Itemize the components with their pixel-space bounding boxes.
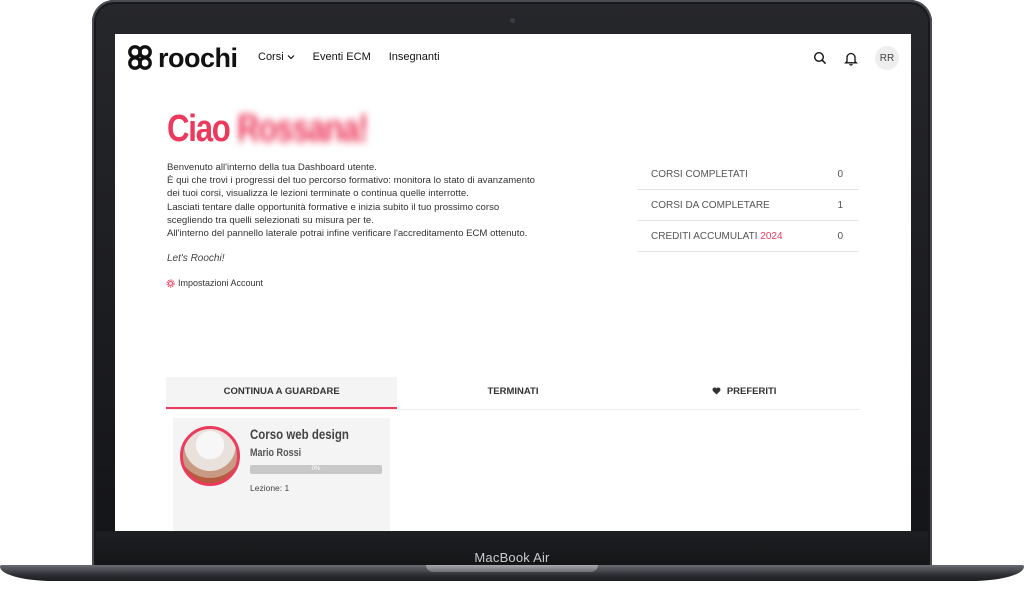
- slogan: Let's Roochi!: [167, 253, 225, 264]
- page-title: Ciao Rossana!: [167, 108, 369, 151]
- stat-value: 0: [837, 168, 843, 180]
- camera-dot: [510, 18, 515, 23]
- logo-text: roochi: [158, 42, 238, 73]
- stat-label-year: 2024: [760, 230, 783, 242]
- intro-text: Benvenuto all'interno della tua Dashboar…: [167, 161, 567, 240]
- stat-label: CREDITI ACCUMULATI 2024: [651, 231, 783, 242]
- logo[interactable]: roochi: [125, 43, 238, 73]
- intro-line: Lasciati tentare dalle opportunità forma…: [167, 201, 500, 213]
- course-lesson: Lezione: 1: [250, 483, 290, 493]
- top-navbar: roochi Corsi Eventi ECM Insegnanti RR: [115, 34, 911, 82]
- progress-bar: 0%: [250, 465, 382, 474]
- search-icon[interactable]: [813, 51, 827, 65]
- tab-preferiti[interactable]: PREFERITI: [629, 377, 860, 407]
- gear-icon: [166, 278, 175, 288]
- nav-item-label: Corsi: [258, 51, 284, 63]
- progress-label: 0%: [311, 466, 321, 472]
- stat-label-text: CREDITI ACCUMULATI: [651, 230, 761, 242]
- course-tabs: CONTINUA A GUARDARE TERMINATI PREFERITI: [166, 377, 860, 410]
- laptop-notch: [426, 565, 598, 572]
- stat-label: CORSI COMPLETATI: [651, 169, 748, 180]
- stat-value: 0: [837, 230, 843, 242]
- tab-continua-a-guardare[interactable]: CONTINUA A GUARDARE: [166, 377, 398, 409]
- logo-icon: [128, 45, 152, 70]
- stat-row-corsi-completati: CORSI COMPLETATI 0: [637, 159, 859, 190]
- stat-label-text: CORSI DA COMPLETARE: [651, 199, 770, 211]
- stat-label-text: CORSI COMPLETATI: [651, 168, 748, 180]
- stat-row-corsi-da-completare: CORSI DA COMPLETARE 1: [637, 190, 859, 221]
- screen: roochi Corsi Eventi ECM Insegnanti RR Ci…: [115, 34, 911, 531]
- nav-item-label: Insegnanti: [388, 51, 440, 63]
- nav-item-eventi-ecm[interactable]: Eventi ECM: [313, 51, 371, 63]
- stat-value: 1: [837, 199, 843, 211]
- tab-label: TERMINATI: [487, 386, 539, 397]
- laptop-chin: MacBook Air: [96, 531, 928, 569]
- greeting-hello: Ciao: [167, 108, 231, 150]
- avatar[interactable]: RR: [875, 46, 899, 70]
- stat-label: CORSI DA COMPLETARE: [651, 200, 770, 211]
- device-label: MacBook Air: [474, 550, 550, 565]
- main-nav: Corsi Eventi ECM Insegnanti: [258, 51, 440, 63]
- header-actions: RR: [813, 46, 899, 70]
- tab-terminati[interactable]: TERMINATI: [397, 377, 628, 407]
- nav-item-label: Eventi ECM: [312, 51, 371, 63]
- tab-label: CONTINUA A GUARDARE: [223, 386, 340, 397]
- intro-line: Benvenuto all'interno della tua Dashboar…: [167, 162, 377, 173]
- stats-panel: CORSI COMPLETATI 0 CORSI DA COMPLETARE 1…: [637, 159, 859, 252]
- intro-line: All'interno del pannello laterale potrai…: [167, 228, 528, 240]
- course-author: Mario Rossi: [250, 447, 302, 459]
- intro-line: scegliendo tra quelli selezionati su mis…: [167, 214, 374, 226]
- bell-icon[interactable]: [844, 51, 858, 66]
- course-title: Corso web design: [250, 426, 349, 442]
- course-thumbnail: [180, 426, 240, 486]
- chevron-down-icon: [287, 55, 295, 60]
- heart-icon: [712, 387, 721, 395]
- course-card[interactable]: Corso web design Mario Rossi 0% Lezione:…: [173, 418, 390, 531]
- intro-line: È qui che trovi i progressi del tuo perc…: [167, 175, 535, 187]
- intro-line: dei tuoi corsi, visualizza le lezioni te…: [167, 188, 469, 200]
- account-settings-link[interactable]: Impostazioni Account: [166, 278, 263, 288]
- nav-item-corsi[interactable]: Corsi: [258, 51, 295, 63]
- tab-label: PREFERITI: [726, 386, 777, 397]
- greeting-name: Rossana!: [237, 108, 369, 150]
- nav-item-insegnanti[interactable]: Insegnanti: [389, 51, 440, 63]
- stat-row-crediti-accumulati: CREDITI ACCUMULATI 2024 0: [637, 221, 859, 252]
- account-settings-label: Impostazioni Account: [178, 278, 264, 288]
